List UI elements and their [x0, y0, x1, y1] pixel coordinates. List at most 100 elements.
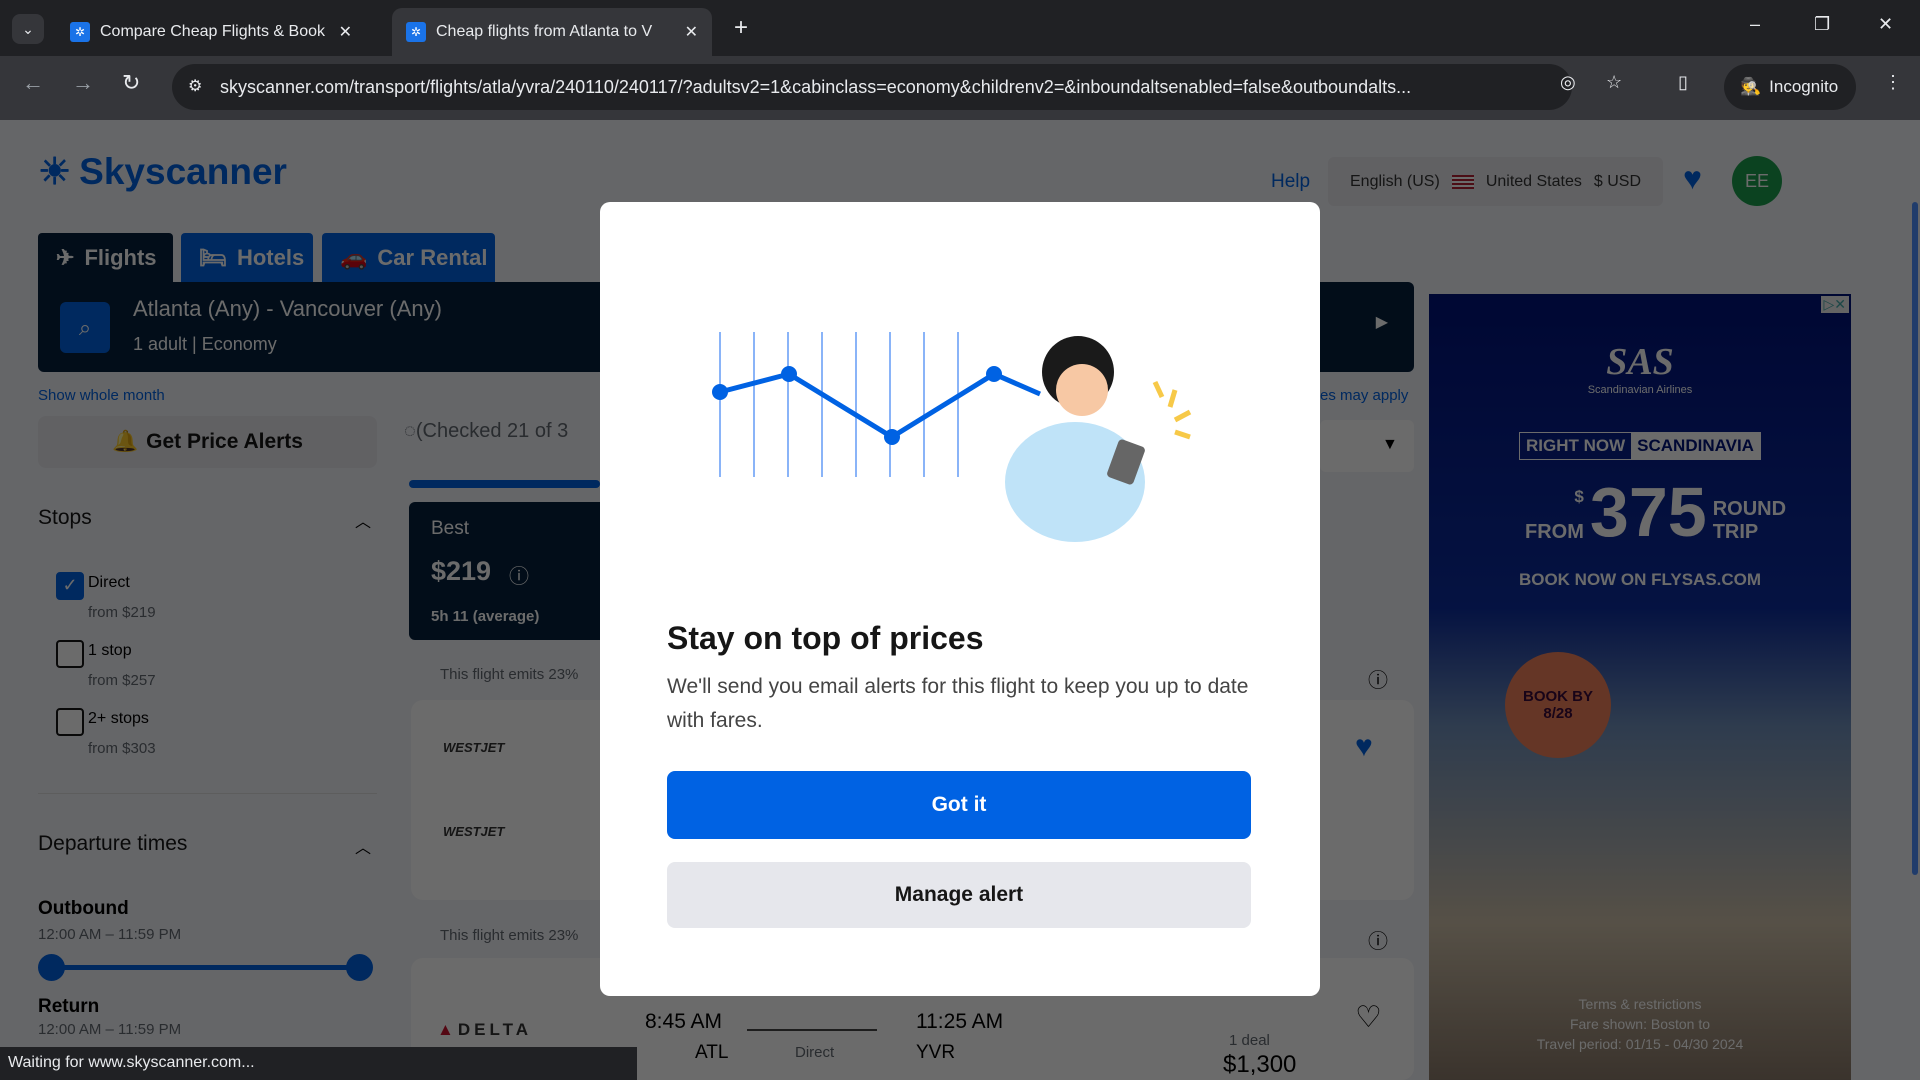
skyscanner-favicon: ✲: [406, 22, 426, 42]
skyscanner-logo[interactable]: ☀ Skyscanner: [38, 150, 287, 193]
car-icon: 🚗: [340, 244, 368, 270]
modal-title: Stay on top of prices: [667, 620, 984, 656]
help-link[interactable]: Help: [1271, 171, 1310, 193]
sort-dropdown[interactable]: ▼: [1320, 420, 1414, 472]
bed-icon: 🛏: [199, 244, 227, 270]
travellers-text: 1 adult: [133, 334, 188, 354]
two-plus-stops-checkbox[interactable]: [56, 708, 84, 736]
return-label: Return: [38, 996, 100, 1017]
got-it-button[interactable]: Got it: [667, 771, 1251, 839]
browser-tab-1[interactable]: ✲ Compare Cheap Flights & Book ✕: [56, 8, 366, 56]
bell-icon: 🔔: [112, 430, 139, 453]
route-text: Atlanta (Any) - Vancouver (Any): [133, 296, 442, 321]
new-tab-icon[interactable]: +: [734, 14, 748, 42]
ad-from: FROM: [1525, 521, 1584, 543]
one-stop-checkbox[interactable]: [56, 640, 84, 668]
sas-advertisement[interactable]: ▷✕ SAS Scandinavian Airlines RIGHT NOW SC…: [1429, 294, 1851, 1080]
stops-heading: Stops: [38, 506, 92, 529]
star-icon[interactable]: ☆: [1606, 72, 1622, 93]
browser-tab-2[interactable]: ✲ Cheap flights from Atlanta to V ✕: [392, 8, 712, 56]
minimize-icon[interactable]: –: [1750, 14, 1760, 35]
site-info-icon[interactable]: ⚙: [188, 76, 202, 96]
get-price-alerts-button[interactable]: 🔔 Get Price Alerts: [38, 416, 377, 468]
emissions-note: This flight emits 23%: [440, 666, 579, 683]
delta-logo-icon: ▲: [437, 1020, 458, 1039]
info-icon[interactable]: ⓘ: [1368, 664, 1388, 693]
ad-terms: Terms & restrictions: [1578, 996, 1702, 1012]
search-icon[interactable]: ⌕: [60, 302, 110, 353]
chevron-up-icon[interactable]: ︿: [355, 508, 371, 532]
outbound-slider-start-handle[interactable]: [38, 954, 65, 981]
chevron-up-icon[interactable]: ︿: [355, 834, 371, 858]
tab-flights[interactable]: ✈ Flights: [38, 233, 173, 282]
direct-checkbox[interactable]: ✓: [56, 572, 84, 600]
incognito-icon: 🕵: [1740, 77, 1762, 96]
checked-status: ◌(Checked 21 of 3: [404, 420, 569, 442]
ad-choices-close-icon[interactable]: ▷✕: [1820, 296, 1849, 313]
browser-status-bar: Waiting for www.skyscanner.com...: [0, 1047, 637, 1080]
outbound-slider-end-handle[interactable]: [346, 954, 373, 981]
locale-button[interactable]: English (US) United States $ USD: [1328, 157, 1663, 206]
two-plus-stops-price: from $303: [88, 740, 156, 757]
delta-logo: DELTA: [457, 1020, 532, 1039]
sas-subtitle: Scandinavian Airlines: [1587, 384, 1693, 396]
result-price: $1,300: [1223, 1051, 1297, 1078]
eye-off-icon[interactable]: ◎: [1560, 72, 1576, 93]
return-range: 12:00 AM – 11:59 PM: [38, 1021, 182, 1038]
close-tab-icon[interactable]: ✕: [339, 22, 352, 42]
browser-tab-bar: ⌄ ✲ Compare Cheap Flights & Book ✕ ✲ Cheap …: [0, 0, 1920, 56]
arrow-right-icon[interactable]: ▶: [1376, 312, 1388, 332]
best-sort-tab[interactable]: Best $219 ⓘ 5h 11 (average): [409, 502, 600, 640]
sunrise-logo-icon: ☀: [38, 151, 72, 192]
tab-car-rental[interactable]: 🚗 Car Rental: [322, 233, 495, 282]
deals-count: 1 deal: [1229, 1032, 1270, 1049]
reload-icon[interactable]: ↻: [122, 70, 140, 96]
ad-price: 375: [1589, 473, 1707, 551]
cabin-text: Economy: [201, 334, 277, 354]
tab-hotels[interactable]: 🛏 Hotels: [181, 233, 313, 282]
menu-icon[interactable]: ⋮: [1884, 72, 1902, 93]
direct-price: from $219: [88, 604, 156, 621]
westjet-logo: WESTJET: [443, 740, 505, 755]
info-icon[interactable]: ⓘ: [509, 560, 529, 589]
departure-times-heading: Departure times: [38, 832, 188, 855]
info-icon[interactable]: ⓘ: [1368, 925, 1388, 954]
arrive-time: 11:25 AM: [916, 1010, 1004, 1033]
avatar[interactable]: EE: [1732, 156, 1782, 206]
best-label: Best: [431, 518, 470, 539]
manage-alert-button[interactable]: Manage alert: [667, 862, 1251, 928]
price-alert-modal: Stay on top of prices We'll send you ema…: [600, 202, 1320, 996]
ad-period: Travel period: 01/15 - 04/30 2024: [1536, 1036, 1744, 1052]
back-icon[interactable]: ←: [22, 70, 44, 96]
heart-outline-icon[interactable]: ♡: [1355, 1000, 1382, 1035]
close-window-icon[interactable]: ✕: [1878, 14, 1893, 35]
depart-time: 8:45 AM: [645, 1010, 723, 1033]
arrive-airport: YVR: [916, 1042, 956, 1063]
ad-fare: Fare shown: Boston to: [1569, 1016, 1711, 1032]
forward-icon[interactable]: →: [72, 70, 94, 96]
side-panel-icon[interactable]: ▯: [1678, 72, 1688, 93]
stops-text: Direct: [795, 1044, 835, 1061]
url-input[interactable]: ⚙ skyscanner.com/transport/flights/atla/y…: [172, 64, 1572, 110]
ad-cta[interactable]: BOOK NOW ON FLYSAS.COM: [1429, 570, 1851, 590]
restore-icon[interactable]: ❐: [1814, 14, 1830, 35]
saved-heart-icon[interactable]: ♥: [1355, 730, 1373, 764]
close-tab-icon[interactable]: ✕: [685, 22, 698, 42]
saved-heart-icon[interactable]: ♥: [1683, 160, 1702, 197]
two-plus-stops-label: 2+ stops: [88, 710, 149, 727]
best-price: $219: [431, 556, 492, 586]
ad-trip: TRIP: [1712, 521, 1759, 543]
depart-airport: ATL: [695, 1042, 729, 1063]
show-whole-month-link[interactable]: Show whole month: [38, 387, 165, 404]
tab-search-button[interactable]: ⌄: [12, 14, 44, 44]
ad-dollar: $: [1574, 487, 1584, 506]
outbound-slider-track[interactable]: [51, 965, 360, 970]
sas-logo: SAS: [1606, 341, 1674, 383]
direct-label: Direct: [88, 574, 130, 591]
flight-line: [747, 1029, 877, 1031]
scrollbar-thumb[interactable]: [1912, 202, 1918, 875]
incognito-button[interactable]: 🕵 Incognito: [1724, 64, 1856, 110]
emissions-note: This flight emits 23%: [440, 927, 579, 944]
fees-note[interactable]: es may apply: [1320, 387, 1408, 404]
outbound-label: Outbound: [38, 898, 129, 919]
